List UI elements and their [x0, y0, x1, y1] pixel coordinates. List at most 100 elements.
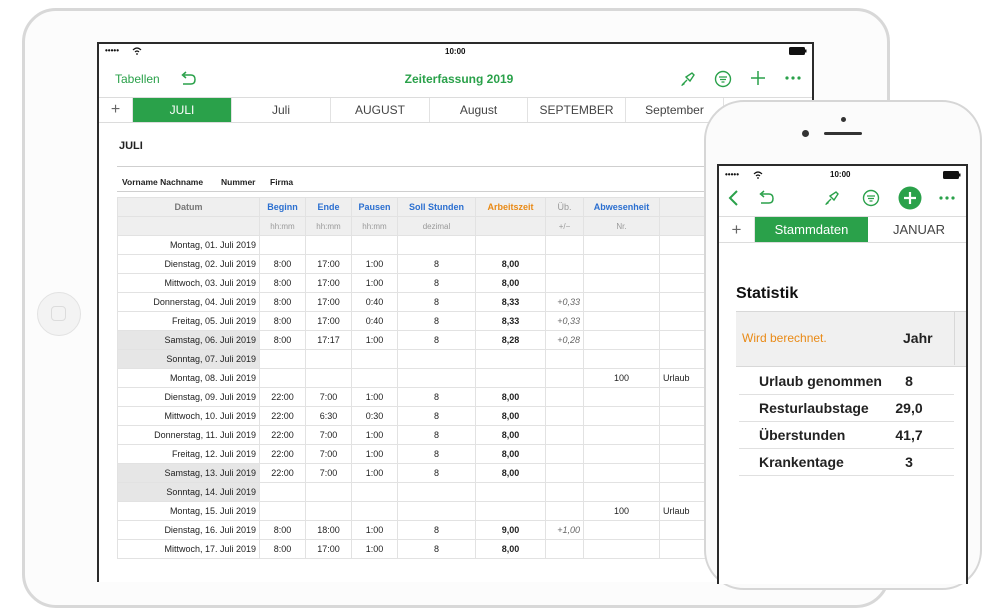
- soll-cell[interactable]: [397, 349, 476, 369]
- date-cell[interactable]: Freitag, 12. Juli 2019: [117, 444, 260, 464]
- beginn-cell[interactable]: 8:00: [259, 273, 306, 293]
- arbeitszeit-cell[interactable]: [475, 482, 546, 502]
- beginn-cell[interactable]: [259, 349, 306, 369]
- abwesenheit-cell[interactable]: [583, 463, 660, 483]
- plus-icon[interactable]: [750, 70, 766, 86]
- ende-cell[interactable]: [305, 482, 352, 502]
- abwesenheit-cell[interactable]: [583, 254, 660, 274]
- soll-cell[interactable]: 8: [397, 425, 476, 445]
- date-cell[interactable]: Montag, 15. Juli 2019: [117, 501, 260, 521]
- abwesenheit-cell[interactable]: [583, 482, 660, 502]
- soll-cell[interactable]: 8: [397, 387, 476, 407]
- date-cell[interactable]: Samstag, 13. Juli 2019: [117, 463, 260, 483]
- date-cell[interactable]: Montag, 08. Juli 2019: [117, 368, 260, 388]
- arbeitszeit-cell[interactable]: 8,00: [475, 539, 546, 559]
- soll-cell[interactable]: 8: [397, 444, 476, 464]
- date-cell[interactable]: Samstag, 06. Juli 2019: [117, 330, 260, 350]
- beginn-cell[interactable]: 22:00: [259, 406, 306, 426]
- pausen-cell[interactable]: 1:00: [351, 273, 398, 293]
- ende-cell[interactable]: 17:17: [305, 330, 352, 350]
- ende-cell[interactable]: 7:00: [305, 387, 352, 407]
- pausen-cell[interactable]: [351, 501, 398, 521]
- ueb-cell[interactable]: [545, 406, 584, 426]
- ende-cell[interactable]: 7:00: [305, 463, 352, 483]
- date-cell[interactable]: Dienstag, 09. Juli 2019: [117, 387, 260, 407]
- ueb-cell[interactable]: +0,28: [545, 330, 584, 350]
- ueb-cell[interactable]: [545, 368, 584, 388]
- abwesenheit-cell[interactable]: 100: [583, 368, 660, 388]
- abwesenheit-cell[interactable]: [583, 539, 660, 559]
- pausen-cell[interactable]: [351, 482, 398, 502]
- beginn-cell[interactable]: 22:00: [259, 463, 306, 483]
- soll-cell[interactable]: 8: [397, 520, 476, 540]
- tab-stammdaten[interactable]: Stammdaten: [755, 217, 868, 242]
- abwesenheit-cell[interactable]: [583, 520, 660, 540]
- arbeitszeit-cell[interactable]: 8,00: [475, 254, 546, 274]
- arbeitszeit-cell[interactable]: 8,33: [475, 311, 546, 331]
- ende-cell[interactable]: [305, 501, 352, 521]
- soll-cell[interactable]: [397, 235, 476, 255]
- ueb-cell[interactable]: [545, 273, 584, 293]
- arbeitszeit-cell[interactable]: [475, 235, 546, 255]
- add-sheet-button[interactable]: +: [719, 217, 755, 242]
- abwesenheit-cell[interactable]: [583, 444, 660, 464]
- pausen-cell[interactable]: 1:00: [351, 539, 398, 559]
- arbeitszeit-cell[interactable]: 8,00: [475, 463, 546, 483]
- brush-icon[interactable]: [823, 189, 841, 207]
- ende-cell[interactable]: [305, 368, 352, 388]
- ende-cell[interactable]: 17:00: [305, 311, 352, 331]
- ueb-cell[interactable]: +0,33: [545, 292, 584, 312]
- beginn-cell[interactable]: 8:00: [259, 520, 306, 540]
- beginn-cell[interactable]: 8:00: [259, 311, 306, 331]
- ueb-cell[interactable]: [545, 387, 584, 407]
- date-cell[interactable]: Donnerstag, 11. Juli 2019: [117, 425, 260, 445]
- beginn-cell[interactable]: 22:00: [259, 387, 306, 407]
- more-icon[interactable]: [785, 76, 801, 80]
- date-cell[interactable]: Dienstag, 02. Juli 2019: [117, 254, 260, 274]
- abwesenheit-cell[interactable]: [583, 425, 660, 445]
- filter-icon[interactable]: [862, 189, 880, 207]
- arbeitszeit-cell[interactable]: 8,00: [475, 406, 546, 426]
- pausen-cell[interactable]: 1:00: [351, 330, 398, 350]
- undo-icon[interactable]: [757, 190, 775, 206]
- soll-cell[interactable]: [397, 368, 476, 388]
- pausen-cell[interactable]: 1:00: [351, 444, 398, 464]
- beginn-cell[interactable]: [259, 501, 306, 521]
- ueb-cell[interactable]: [545, 444, 584, 464]
- tab-september-caps[interactable]: SEPTEMBER: [528, 98, 626, 122]
- abwesenheit-cell[interactable]: [583, 349, 660, 369]
- date-cell[interactable]: Mittwoch, 10. Juli 2019: [117, 406, 260, 426]
- tab-august[interactable]: August: [430, 98, 528, 122]
- pausen-cell[interactable]: 0:30: [351, 406, 398, 426]
- pausen-cell[interactable]: 0:40: [351, 292, 398, 312]
- arbeitszeit-cell[interactable]: 8,00: [475, 273, 546, 293]
- soll-cell[interactable]: 8: [397, 273, 476, 293]
- soll-cell[interactable]: [397, 482, 476, 502]
- pausen-cell[interactable]: 0:40: [351, 311, 398, 331]
- abwesenheit-cell[interactable]: [583, 311, 660, 331]
- arbeitszeit-cell[interactable]: 8,28: [475, 330, 546, 350]
- soll-cell[interactable]: 8: [397, 330, 476, 350]
- tab-juli-caps[interactable]: JULI: [133, 98, 232, 122]
- abwesenheit-cell[interactable]: [583, 235, 660, 255]
- add-sheet-button[interactable]: +: [99, 98, 133, 122]
- arbeitszeit-cell[interactable]: [475, 368, 546, 388]
- ende-cell[interactable]: 6:30: [305, 406, 352, 426]
- pausen-cell[interactable]: [351, 235, 398, 255]
- ende-cell[interactable]: 7:00: [305, 444, 352, 464]
- ende-cell[interactable]: 7:00: [305, 425, 352, 445]
- arbeitszeit-cell[interactable]: 8,00: [475, 387, 546, 407]
- ende-cell[interactable]: 17:00: [305, 292, 352, 312]
- tab-august-caps[interactable]: AUGUST: [331, 98, 430, 122]
- back-to-tables-link[interactable]: Tabellen: [115, 72, 160, 86]
- ende-cell[interactable]: 17:00: [305, 539, 352, 559]
- soll-cell[interactable]: 8: [397, 311, 476, 331]
- pausen-cell[interactable]: 1:00: [351, 425, 398, 445]
- beginn-cell[interactable]: 8:00: [259, 539, 306, 559]
- ende-cell[interactable]: [305, 235, 352, 255]
- arbeitszeit-cell[interactable]: 8,00: [475, 425, 546, 445]
- arbeitszeit-cell[interactable]: 8,33: [475, 292, 546, 312]
- pausen-cell[interactable]: 1:00: [351, 387, 398, 407]
- tab-juli[interactable]: Juli: [232, 98, 331, 122]
- beginn-cell[interactable]: [259, 235, 306, 255]
